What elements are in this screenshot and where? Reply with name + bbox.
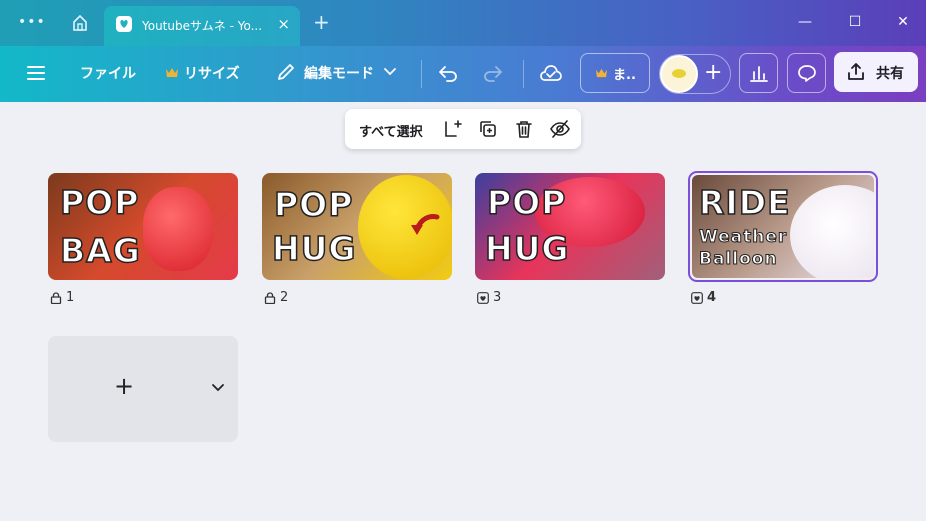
page-thumbnail[interactable]: POP HUG — [262, 173, 452, 280]
toolbar-divider — [523, 60, 524, 88]
share-label: 共有 — [876, 66, 904, 82]
redo-icon[interactable] — [482, 62, 504, 84]
trash-icon[interactable] — [514, 119, 534, 139]
home-icon[interactable] — [70, 13, 90, 33]
page-number: 3 — [493, 290, 502, 305]
thumbnail-text: BAG — [59, 230, 141, 271]
page-thumbnail[interactable]: POP BAG — [48, 173, 238, 280]
crown-icon — [166, 68, 178, 77]
lock-icon — [50, 292, 62, 304]
comment-icon — [798, 65, 816, 82]
toolbar-divider — [421, 60, 422, 88]
lock-icon — [264, 292, 276, 304]
more-icon[interactable]: ••• — [18, 14, 46, 30]
menu-icon[interactable] — [26, 63, 46, 83]
collaborators-group: + — [659, 54, 731, 94]
chevron-down-icon[interactable] — [383, 67, 397, 77]
select-all-button[interactable]: すべて選択 — [359, 121, 423, 140]
thumbnail-text: HUG — [484, 228, 570, 269]
browser-tab[interactable]: Youtubeサムネ - Yo... × — [104, 6, 300, 46]
add-page-button[interactable]: + — [48, 336, 238, 442]
tab-title: Youtubeサムネ - Yo... — [142, 19, 263, 33]
page-thumbnail[interactable]: RIDE Weather Balloon — [692, 175, 874, 278]
edit-mode-button[interactable]: 編集モード — [304, 63, 374, 83]
comment-button[interactable] — [787, 53, 826, 93]
cloud-saved-icon[interactable] — [539, 62, 563, 84]
page-number: 4 — [707, 290, 717, 305]
close-window-icon[interactable]: ✕ — [893, 12, 913, 32]
thumbnail-text: HUG — [271, 228, 357, 269]
selection-context-bar: すべて選択 — [345, 109, 581, 149]
crown-icon — [596, 68, 607, 78]
share-icon — [848, 63, 864, 80]
share-button[interactable]: 共有 — [834, 52, 918, 92]
bar-chart-icon — [750, 66, 768, 82]
page-number: 2 — [280, 290, 289, 305]
undo-icon[interactable] — [437, 62, 459, 84]
thumbnail-text: POP — [59, 182, 140, 223]
premium-button[interactable]: ま.. — [580, 53, 650, 93]
tab-close-icon[interactable]: × — [277, 15, 290, 33]
editor-toolbar: ファイル リサイズ 編集モード ま.. + 共有 — [0, 46, 926, 102]
minimize-icon[interactable]: — — [795, 12, 815, 32]
new-tab-button[interactable]: + — [313, 10, 330, 34]
title-bar: ••• Youtubeサムネ - Yo... × + — ☐ ✕ — [0, 0, 926, 46]
thumbnail-text: POP — [273, 184, 354, 225]
chevron-down-icon[interactable] — [211, 383, 225, 393]
plus-icon: + — [114, 372, 135, 400]
pencil-icon — [278, 64, 294, 80]
analytics-button[interactable] — [739, 53, 778, 93]
page-number: 1 — [66, 290, 75, 305]
thumbnail-text: POP — [486, 182, 567, 223]
tab-favicon-icon — [116, 16, 132, 32]
resize-button[interactable]: リサイズ — [184, 63, 240, 83]
red-arrow-icon — [411, 214, 440, 235]
premium-label: ま.. — [613, 68, 636, 83]
duplicate-icon[interactable] — [478, 119, 498, 139]
page-thumbnail[interactable]: POP HUG — [475, 173, 665, 280]
heart-icon — [691, 292, 703, 304]
thumbnail-text: RIDE — [698, 182, 791, 223]
thumbnail-text: Balloon — [699, 249, 778, 270]
hide-icon[interactable] — [549, 119, 571, 139]
maximize-icon[interactable]: ☐ — [845, 12, 865, 32]
thumbnail-balloon — [790, 185, 874, 278]
add-collaborator-icon[interactable]: + — [704, 61, 722, 85]
add-page-icon[interactable] — [442, 119, 462, 139]
file-menu-button[interactable]: ファイル — [80, 63, 136, 83]
thumbnail-text: Weather — [698, 227, 788, 248]
avatar[interactable] — [660, 55, 698, 93]
heart-icon — [477, 292, 489, 304]
thumbnail-balloon — [143, 187, 213, 271]
